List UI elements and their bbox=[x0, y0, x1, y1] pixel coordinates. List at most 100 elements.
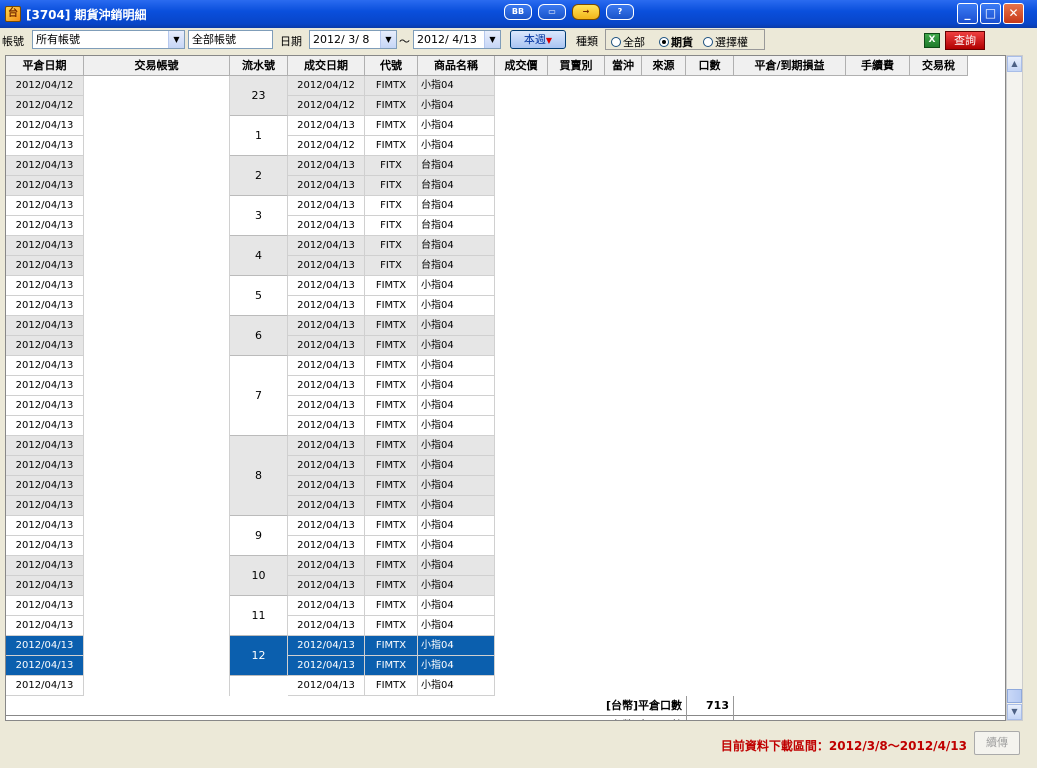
trade-date-cell[interactable]: 2012/04/12 bbox=[288, 136, 365, 156]
account-cell[interactable] bbox=[84, 416, 230, 436]
code-cell[interactable]: FITX bbox=[365, 176, 418, 196]
close-date-cell[interactable]: 2012/04/13 bbox=[6, 616, 84, 636]
trade-date-cell[interactable]: 2012/04/13 bbox=[288, 476, 365, 496]
close-date-cell[interactable]: 2012/04/13 bbox=[6, 596, 84, 616]
close-date-cell[interactable]: 2012/04/13 bbox=[6, 136, 84, 156]
code-cell[interactable]: FIMTX bbox=[365, 496, 418, 516]
close-date-cell[interactable]: 2012/04/13 bbox=[6, 476, 84, 496]
sequence-cell[interactable]: 1 bbox=[230, 116, 288, 156]
product-cell[interactable]: 小指04 bbox=[418, 536, 495, 556]
sequence-cell[interactable]: 11 bbox=[230, 596, 288, 636]
code-cell[interactable]: FIMTX bbox=[365, 476, 418, 496]
product-cell[interactable]: 小指04 bbox=[418, 476, 495, 496]
account-cell[interactable] bbox=[84, 456, 230, 476]
layout-icon[interactable]: BB bbox=[504, 4, 532, 20]
close-date-cell[interactable]: 2012/04/13 bbox=[6, 576, 84, 596]
account-cell[interactable] bbox=[84, 256, 230, 276]
account-cell[interactable] bbox=[84, 176, 230, 196]
help-icon[interactable]: ? bbox=[606, 4, 634, 20]
close-date-cell[interactable]: 2012/04/13 bbox=[6, 416, 84, 436]
close-date-cell[interactable]: 2012/04/13 bbox=[6, 656, 84, 676]
code-cell[interactable]: FIMTX bbox=[365, 376, 418, 396]
close-date-cell[interactable]: 2012/04/13 bbox=[6, 376, 84, 396]
trade-date-cell[interactable]: 2012/04/13 bbox=[288, 256, 365, 276]
close-date-cell[interactable]: 2012/04/13 bbox=[6, 496, 84, 516]
trade-date-cell[interactable]: 2012/04/13 bbox=[288, 516, 365, 536]
close-date-cell[interactable]: 2012/04/13 bbox=[6, 296, 84, 316]
chevron-down-icon[interactable]: ▼ bbox=[484, 31, 500, 48]
code-cell[interactable]: FIMTX bbox=[365, 336, 418, 356]
trade-date-cell[interactable]: 2012/04/13 bbox=[288, 416, 365, 436]
minimize-button[interactable]: _ bbox=[957, 3, 978, 24]
account-cell[interactable] bbox=[84, 476, 230, 496]
sequence-cell[interactable]: 4 bbox=[230, 236, 288, 276]
code-cell[interactable]: FIMTX bbox=[365, 76, 418, 96]
trade-date-cell[interactable]: 2012/04/13 bbox=[288, 276, 365, 296]
close-date-cell[interactable]: 2012/04/13 bbox=[6, 276, 84, 296]
close-date-cell[interactable]: 2012/04/13 bbox=[6, 356, 84, 376]
trade-date-cell[interactable]: 2012/04/13 bbox=[288, 456, 365, 476]
code-cell[interactable]: FIMTX bbox=[365, 676, 418, 696]
product-cell[interactable]: 小指04 bbox=[418, 296, 495, 316]
account-cell[interactable] bbox=[84, 656, 230, 676]
account-cell[interactable] bbox=[84, 316, 230, 336]
chevron-down-icon[interactable]: ▼ bbox=[168, 31, 184, 48]
link-icon[interactable]: → bbox=[572, 4, 600, 20]
code-cell[interactable]: FITX bbox=[365, 256, 418, 276]
close-date-cell[interactable]: 2012/04/13 bbox=[6, 196, 84, 216]
trade-date-cell[interactable]: 2012/04/13 bbox=[288, 636, 365, 656]
product-cell[interactable]: 小指04 bbox=[418, 656, 495, 676]
code-cell[interactable]: FIMTX bbox=[365, 436, 418, 456]
product-cell[interactable]: 小指04 bbox=[418, 436, 495, 456]
product-cell[interactable]: 小指04 bbox=[418, 276, 495, 296]
column-header[interactable]: 交易稅 bbox=[910, 56, 968, 76]
radio-options[interactable]: 選擇權 bbox=[703, 34, 748, 50]
account-cell[interactable] bbox=[84, 136, 230, 156]
account-cell[interactable] bbox=[84, 236, 230, 256]
close-date-cell[interactable]: 2012/04/13 bbox=[6, 676, 84, 696]
product-cell[interactable]: 小指04 bbox=[418, 396, 495, 416]
account-cell[interactable] bbox=[84, 116, 230, 136]
trade-date-cell[interactable]: 2012/04/13 bbox=[288, 196, 365, 216]
account-cell[interactable] bbox=[84, 276, 230, 296]
account-cell[interactable] bbox=[84, 536, 230, 556]
code-cell[interactable]: FIMTX bbox=[365, 516, 418, 536]
sequence-cell[interactable]: 3 bbox=[230, 196, 288, 236]
account-cell[interactable] bbox=[84, 336, 230, 356]
product-cell[interactable]: 小指04 bbox=[418, 516, 495, 536]
trade-date-cell[interactable]: 2012/04/13 bbox=[288, 496, 365, 516]
window-icon[interactable]: ▭ bbox=[538, 4, 566, 20]
close-date-cell[interactable]: 2012/04/13 bbox=[6, 116, 84, 136]
product-cell[interactable]: 小指04 bbox=[418, 96, 495, 116]
code-cell[interactable]: FIMTX bbox=[365, 556, 418, 576]
account-cell[interactable] bbox=[84, 596, 230, 616]
account-cell[interactable] bbox=[84, 356, 230, 376]
account-cell[interactable] bbox=[84, 156, 230, 176]
product-cell[interactable]: 台指04 bbox=[418, 156, 495, 176]
column-header[interactable]: 平倉/到期損益 bbox=[734, 56, 846, 76]
column-header[interactable]: 口數 bbox=[686, 56, 734, 76]
close-date-cell[interactable]: 2012/04/13 bbox=[6, 156, 84, 176]
sequence-cell[interactable]: 9 bbox=[230, 516, 288, 556]
close-date-cell[interactable]: 2012/04/13 bbox=[6, 216, 84, 236]
code-cell[interactable]: FITX bbox=[365, 216, 418, 236]
account-select[interactable]: 所有帳號 ▼ bbox=[32, 30, 185, 49]
scroll-down-icon[interactable]: ▼ bbox=[1007, 704, 1022, 720]
account-cell[interactable] bbox=[84, 576, 230, 596]
trade-date-cell[interactable]: 2012/04/13 bbox=[288, 596, 365, 616]
trade-date-cell[interactable]: 2012/04/13 bbox=[288, 396, 365, 416]
continue-download-button[interactable]: 續傳 bbox=[974, 731, 1020, 755]
product-cell[interactable]: 小指04 bbox=[418, 636, 495, 656]
close-date-cell[interactable]: 2012/04/13 bbox=[6, 636, 84, 656]
code-cell[interactable]: FIMTX bbox=[365, 356, 418, 376]
sequence-cell[interactable]: 7 bbox=[230, 356, 288, 436]
column-header[interactable]: 代號 bbox=[365, 56, 418, 76]
column-header[interactable]: 當沖 bbox=[605, 56, 642, 76]
column-header[interactable]: 平倉日期 bbox=[6, 56, 84, 76]
trade-date-cell[interactable]: 2012/04/13 bbox=[288, 576, 365, 596]
maximize-button[interactable]: □ bbox=[980, 3, 1001, 24]
trade-date-cell[interactable]: 2012/04/13 bbox=[288, 236, 365, 256]
close-date-cell[interactable]: 2012/04/13 bbox=[6, 256, 84, 276]
radio-all[interactable]: 全部 bbox=[611, 34, 645, 50]
product-cell[interactable]: 小指04 bbox=[418, 116, 495, 136]
